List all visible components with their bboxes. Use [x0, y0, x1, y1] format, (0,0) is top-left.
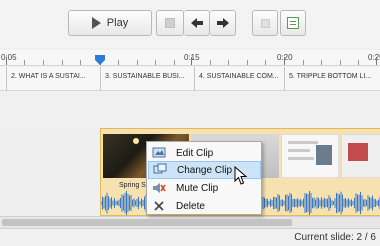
- status-bar: Current slide: 2 / 6: [0, 228, 380, 246]
- record-button[interactable]: [252, 10, 278, 36]
- menu-item-edit-clip[interactable]: Edit Clip: [148, 144, 261, 162]
- scrollbar-thumb[interactable]: [2, 219, 292, 226]
- menu-item-label: Change Clip: [177, 164, 233, 176]
- play-icon: [91, 17, 101, 29]
- timeline-ruler[interactable]: 0:05 0:15 0:20 0:25: [0, 50, 380, 66]
- playhead-marker-icon[interactable]: [94, 54, 106, 66]
- toolbar: Play: [0, 0, 380, 48]
- record-icon: [260, 18, 270, 28]
- clip-thumbnail: [341, 134, 380, 178]
- slide-segment[interactable]: 2. WHAT IS A SUSTAI...: [6, 67, 100, 91]
- previous-arrow-icon: [190, 18, 203, 28]
- next-arrow-icon: [216, 18, 229, 28]
- mute-clip-icon: [153, 183, 166, 193]
- horizontal-scrollbar[interactable]: [0, 216, 380, 228]
- empty-track-area: [0, 92, 380, 128]
- caption-button[interactable]: [280, 10, 306, 36]
- slide-segment[interactable]: 5. TRIPPLE BOTTOM LI...: [284, 67, 380, 91]
- play-label: Play: [106, 17, 129, 29]
- menu-item-label: Mute Clip: [176, 182, 219, 194]
- menu-item-label: Edit Clip: [176, 147, 214, 159]
- current-slide-status: Current slide: 2 / 6: [294, 232, 376, 243]
- slide-segment[interactable]: 4. SUSTAINABLE COM...: [194, 67, 284, 91]
- edit-clip-icon: [152, 147, 166, 158]
- empty-track-area: [0, 128, 100, 216]
- caption-icon: [287, 17, 299, 29]
- delete-x-icon: [154, 201, 164, 211]
- change-clip-icon: [153, 163, 167, 174]
- stop-icon: [165, 18, 175, 28]
- clip-label: Spring S: [119, 182, 146, 189]
- ruler-label: 0:25: [368, 53, 380, 62]
- clip-thumbnail: [281, 134, 339, 178]
- menu-item-label: Delete: [176, 200, 205, 212]
- slide-segment[interactable]: 3. SUSTAINABLE BUSI...: [100, 67, 194, 91]
- mouse-cursor-icon: [234, 166, 248, 185]
- play-button[interactable]: Play: [68, 10, 152, 36]
- next-slide-button[interactable]: [210, 10, 236, 36]
- menu-item-delete[interactable]: Delete: [148, 197, 261, 215]
- previous-slide-button[interactable]: [184, 10, 210, 36]
- ruler-label: 0:05: [1, 53, 17, 62]
- slide-track: 2. WHAT IS A SUSTAI... 3. SUSTAINABLE BU…: [0, 67, 380, 91]
- stop-button[interactable]: [156, 10, 184, 36]
